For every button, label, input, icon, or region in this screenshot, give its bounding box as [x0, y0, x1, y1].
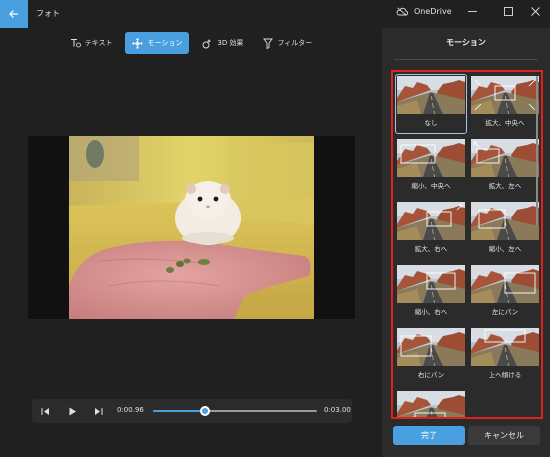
motion-option[interactable]: 左にパン [470, 264, 540, 322]
previous-frame-button[interactable] [38, 404, 52, 418]
road-thumbnail [471, 328, 539, 366]
filter-icon [263, 38, 274, 49]
skip-back-icon [41, 407, 49, 415]
scrollbar[interactable] [536, 72, 539, 417]
tab-motion[interactable]: モーション [125, 32, 190, 54]
total-time: 0:03.00 [324, 406, 351, 414]
current-time: 0:00.96 [117, 406, 144, 414]
onedrive-status[interactable]: OneDrive [396, 7, 452, 16]
motion-option[interactable]: なし [395, 74, 467, 134]
seek-bar-progress [153, 410, 206, 412]
road-thumbnail [397, 139, 465, 177]
motion-option-label: 拡大、左へ [488, 182, 522, 190]
skip-forward-icon [94, 407, 102, 415]
tab-filter[interactable]: フィルター [256, 32, 319, 54]
minimize-icon [468, 10, 477, 12]
motion-option[interactable]: 拡大、左へ [470, 138, 540, 196]
app-title: フォト [36, 9, 60, 18]
motion-option[interactable]: 上へ傾ける [470, 327, 540, 385]
motion-option[interactable]: 縮小、左へ [470, 201, 540, 259]
motion-icon [132, 37, 144, 49]
road-thumbnail [471, 265, 539, 303]
maximize-icon [504, 6, 513, 16]
play-icon [69, 407, 76, 415]
cloud-off-icon [396, 7, 408, 16]
minimize-button[interactable] [458, 0, 487, 22]
motion-option[interactable]: 縮小、中央へ [396, 138, 466, 196]
motion-option-label: 拡大、右へ [414, 245, 448, 253]
arrow-left-icon [9, 10, 18, 18]
seek-bar-thumb[interactable] [200, 406, 211, 416]
play-button[interactable] [65, 404, 79, 418]
3d-effects-icon [202, 38, 212, 48]
motion-option-label: 縮小、右へ [414, 308, 448, 316]
maximize-button[interactable] [494, 0, 523, 22]
video-preview[interactable] [28, 136, 355, 319]
road-thumbnail [397, 391, 465, 417]
motion-option[interactable]: 縮小、右へ [396, 264, 466, 322]
panel-title: モーション [446, 38, 486, 47]
tab-3d-effects-label: 3D 効果 [217, 39, 244, 47]
tab-text[interactable]: テキスト [63, 32, 120, 54]
road-thumbnail [471, 139, 539, 177]
hamster-photo [69, 136, 314, 319]
road-thumbnail [471, 202, 539, 240]
motion-option-label: なし [424, 119, 438, 127]
tab-3d-effects[interactable]: 3D 効果 [195, 32, 250, 54]
done-button[interactable]: 完了 [393, 426, 465, 445]
motion-option-label: 拡大、中央へ [485, 119, 525, 127]
editor-area: テキスト モーション 3D 効果 フィルター 0:00.96 0:03.00 [0, 28, 382, 457]
next-frame-button[interactable] [91, 404, 105, 418]
road-thumbnail [397, 328, 465, 366]
motion-option-label: 縮小、左へ [488, 245, 522, 253]
tab-motion-label: モーション [147, 39, 183, 47]
road-thumbnail [397, 202, 465, 240]
playback-bar: 0:00.96 0:03.00 [32, 399, 352, 423]
motion-option-label: 左にパン [491, 308, 519, 316]
text-icon [70, 39, 81, 48]
onedrive-label: OneDrive [414, 7, 452, 16]
motion-option[interactable]: 拡大、右へ [396, 201, 466, 259]
divider [394, 59, 538, 60]
close-button[interactable] [521, 0, 550, 22]
road-thumbnail [397, 265, 465, 303]
tab-text-label: テキスト [84, 39, 113, 47]
seek-bar[interactable] [153, 406, 317, 416]
road-thumbnail [471, 76, 539, 114]
scrollbar-thumb[interactable] [536, 76, 538, 226]
close-icon [531, 6, 540, 16]
cancel-button[interactable]: キャンセル [468, 426, 540, 445]
motion-options-highlight: なし 拡大、中央へ縮小、中央へ 拡大、左へ拡大、右へ 縮小、左へ縮小、右へ 左にパン右に… [391, 70, 543, 419]
title-bar: フォト OneDrive [0, 0, 550, 28]
motion-option[interactable] [396, 390, 466, 417]
motion-option[interactable]: 拡大、中央へ [470, 75, 540, 133]
motion-option-label: 縮小、中央へ [411, 182, 451, 190]
motion-panel: モーション なし 拡大、中央へ縮小、中央へ 拡大、左へ拡大、右へ 縮小、左へ縮小、右へ… [382, 28, 550, 457]
road-thumbnail [397, 76, 465, 114]
motion-option-label: 上へ傾ける [488, 371, 522, 379]
tab-filter-label: フィルター [277, 39, 313, 47]
edit-toolbar: テキスト モーション 3D 効果 フィルター [0, 32, 382, 54]
back-button[interactable] [0, 0, 28, 28]
motion-option[interactable]: 右にパン [396, 327, 466, 385]
motion-option-label: 右にパン [417, 371, 445, 379]
